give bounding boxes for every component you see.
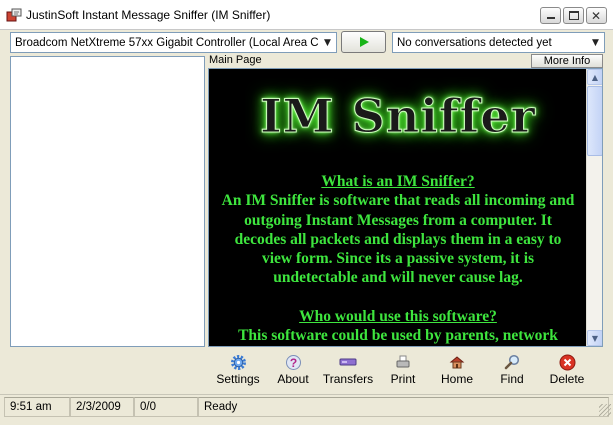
minimize-icon	[547, 17, 555, 19]
article-heading: What is an IM Sniffer?	[321, 173, 475, 190]
print-icon	[394, 353, 412, 371]
article: What is an IM Sniffer? An IM Sniffer is …	[209, 172, 587, 345]
status-count: 0/0	[134, 397, 198, 417]
transfers-label: Transfers	[322, 372, 374, 386]
article-line: An IM Sniffer is software that reads all…	[221, 192, 575, 210]
conversation-list[interactable]	[10, 56, 205, 347]
home-icon	[448, 353, 466, 371]
help-icon: ?	[284, 353, 302, 371]
delete-icon	[558, 353, 576, 371]
main-page-label: Main Page	[209, 54, 262, 66]
home-label: Home	[440, 372, 473, 386]
scroll-up-button[interactable]: ▲	[587, 69, 602, 85]
maximize-button[interactable]	[563, 7, 584, 24]
adapter-select[interactable]: Broadcom NetXtreme 57xx Gigabit Controll…	[10, 32, 337, 53]
conversation-select[interactable]: No conversations detected yet ▼	[392, 32, 605, 53]
gear-icon	[229, 353, 247, 371]
status-date: 2/3/2009	[70, 397, 134, 417]
adapter-select-value: Broadcom NetXtreme 57xx Gigabit Controll…	[15, 36, 319, 49]
chevron-down-icon[interactable]: ▼	[587, 33, 604, 52]
close-button[interactable]: ✕	[586, 7, 607, 24]
scroll-down-button[interactable]: ▼	[587, 330, 602, 346]
start-capture-button[interactable]	[341, 31, 386, 53]
bottom-toolbar: Settings ? About Transfers Print Home Fi…	[0, 351, 613, 389]
app-icon	[6, 8, 22, 22]
settings-label: Settings	[216, 372, 260, 386]
title-bar: JustinSoft Instant Message Sniffer (IM S…	[0, 0, 613, 30]
article-line: decodes all packets and displays them in…	[234, 230, 562, 248]
find-label: Find	[500, 372, 524, 386]
transfers-button[interactable]: Transfers	[320, 351, 376, 389]
about-label: About	[277, 372, 309, 386]
article-line: undetectable and will never cause lag.	[273, 269, 523, 287]
print-button[interactable]: Print	[384, 351, 422, 389]
delete-button[interactable]: Delete	[548, 351, 586, 389]
close-icon: ✕	[591, 9, 602, 23]
search-icon	[503, 353, 521, 371]
article-heading: Who would use this software?	[299, 307, 497, 325]
delete-label: Delete	[549, 372, 585, 386]
article-line: This software could be used by parents, …	[238, 327, 558, 345]
maximize-icon	[569, 11, 579, 20]
window-title: JustinSoft Instant Message Sniffer (IM S…	[26, 8, 271, 22]
status-message: Ready	[198, 397, 609, 417]
status-bar: 9:51 am 2/3/2009 0/0 Ready	[0, 394, 613, 418]
resize-grip[interactable]	[599, 404, 611, 416]
about-button[interactable]: ? About	[273, 351, 313, 389]
vertical-scrollbar[interactable]: ▲ ▼	[586, 69, 602, 346]
more-info-button[interactable]: More Info	[531, 54, 603, 68]
settings-button[interactable]: Settings	[214, 351, 262, 389]
svg-text:?: ?	[289, 356, 296, 370]
article-line: view form. Since its a passive system, i…	[261, 250, 535, 268]
conversation-select-value: No conversations detected yet	[397, 36, 552, 49]
minimize-button[interactable]	[540, 7, 561, 24]
chevron-down-icon[interactable]: ▼	[319, 33, 336, 52]
content-viewer[interactable]: IM Sniffer What is an IM Sniffer? An IM …	[208, 68, 603, 347]
im-sniffer-logo: IM Sniffer	[260, 89, 536, 144]
find-button[interactable]: Find	[497, 351, 527, 389]
status-time: 9:51 am	[4, 397, 70, 417]
article-line: outgoing Instant Messages from a compute…	[244, 211, 552, 229]
play-icon	[359, 37, 369, 47]
print-label: Print	[390, 372, 416, 386]
transfers-icon	[339, 353, 357, 371]
home-button[interactable]: Home	[437, 351, 477, 389]
scroll-thumb[interactable]	[587, 86, 602, 156]
